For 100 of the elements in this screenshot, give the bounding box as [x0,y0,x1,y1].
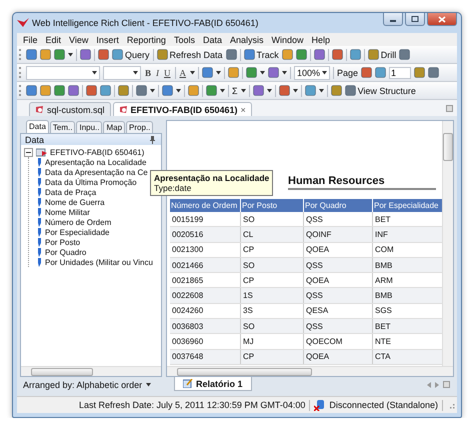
caret-icon[interactable] [282,70,288,74]
toolbar-icon[interactable] [100,85,111,96]
toolbar-button[interactable]: Query [112,49,150,60]
minimize-button[interactable] [383,13,403,26]
panel-tab[interactable]: Inpu.. [76,121,102,133]
toolbar-icon[interactable] [226,49,237,60]
tree-item[interactable]: Nome Militar [45,208,90,216]
toolbar-icon[interactable] [350,49,361,60]
caret-icon[interactable] [68,52,73,56]
caret-icon[interactable] [240,88,246,92]
toolbar-icon[interactable] [54,49,65,60]
caret-icon[interactable] [216,70,222,74]
toolbar-icon[interactable] [86,85,97,96]
toolbar-icon[interactable] [136,85,147,96]
document-tab[interactable]: sql-custom.sql [29,102,111,116]
collapse-icon[interactable] [24,148,33,156]
toolbar-icon[interactable] [162,85,173,96]
tree-item[interactable]: Data de Praça [45,188,96,196]
document-tab[interactable]: EFETIVO-FAB(ID 650461) × [112,102,252,116]
toolbar-icon[interactable] [368,49,379,60]
toolbar-icon[interactable] [296,49,307,60]
toolbar-icon[interactable] [282,49,293,60]
toolbar-icon[interactable] [202,67,214,78]
panel-tab[interactable]: Map [103,121,126,133]
toolbar-icon[interactable] [68,85,79,96]
toolbar-icon[interactable] [98,49,109,60]
caret-icon[interactable] [266,88,272,92]
tree-item[interactable]: Apresentação na Localidade [45,158,146,166]
toolbar-icon[interactable] [375,67,386,78]
caret-icon[interactable] [146,383,152,387]
toolbar-icon[interactable] [206,85,217,96]
horizontal-scrollbar[interactable] [21,366,161,376]
resize-grip-icon[interactable] [447,401,455,409]
panel-tab[interactable]: Prop.. [126,121,154,133]
toolbar-icon[interactable] [118,85,129,96]
toolbar-icon[interactable] [54,85,65,96]
horizontal-scrollbar[interactable] [167,366,453,376]
close-button[interactable] [427,13,457,26]
toolbar-icon[interactable] [304,85,316,96]
menu-item[interactable]: Data [198,34,226,44]
caret-icon[interactable] [292,88,298,92]
caret-icon[interactable] [133,70,138,74]
toolbar-icon[interactable] [246,67,258,78]
tree-item[interactable]: Data da Última Promoção [45,178,137,186]
toolbar-button[interactable]: Refresh Data [156,49,223,60]
caret-icon[interactable] [318,88,324,92]
column-header[interactable]: Por Posto [240,199,304,212]
caret-icon[interactable] [176,88,181,92]
tree-item[interactable]: EFETIVO-FAB(ID 650461) [50,148,144,156]
tab-list-icon[interactable] [446,104,453,112]
toolbar-icon[interactable] [156,49,168,60]
report-tab[interactable]: Relatório 1 [174,377,252,391]
format-button[interactable]: A [178,68,188,78]
bold-button[interactable]: B [144,68,152,78]
toolbar-icon[interactable] [80,49,91,60]
toolbar-icon[interactable] [330,85,342,96]
toolbar-icon[interactable] [361,67,372,78]
toolbar-icon[interactable] [268,67,280,78]
page-field[interactable]: 1 [389,66,412,78]
tree-item[interactable]: Por Especialidade [45,228,110,236]
caret-icon[interactable] [150,88,155,92]
tree-item[interactable]: Data da Apresentação na Ce [45,168,148,176]
toolbar-icon[interactable] [252,85,264,96]
italic-button[interactable]: I [155,68,160,78]
caret-icon[interactable] [92,70,97,74]
panel-tab[interactable]: Tem.. [50,121,76,133]
toolbar-icon[interactable] [40,49,51,60]
tree-item[interactable]: Número de Ordem [45,218,112,226]
sort-dropdown[interactable]: Arranged by: Alphabetic order [23,380,152,390]
column-header[interactable]: Por Especialidade [372,199,442,212]
vertical-scrollbar[interactable] [442,121,453,366]
toolbar-icon[interactable] [40,85,51,96]
toolbar-button[interactable]: Drill [368,49,396,60]
column-header[interactable]: Número de Ordem [170,199,240,212]
format-button[interactable]: U [163,68,172,78]
menu-item[interactable]: File [19,34,42,44]
toolbar-button[interactable]: Track [244,49,279,60]
tree-item[interactable]: Por Posto [45,238,80,246]
toolbar-icon[interactable] [26,85,37,96]
caret-icon[interactable] [190,70,196,74]
toolbar-icon[interactable] [344,85,356,96]
column-header[interactable]: Por Quadro [304,199,372,212]
menu-item[interactable]: Window [267,34,308,44]
caret-icon[interactable] [260,70,266,74]
caret-icon[interactable] [322,70,328,74]
toolbar-icon[interactable] [244,49,255,60]
menu-item[interactable]: Insert [92,34,123,44]
menu-item[interactable]: Tools [170,34,199,44]
menu-item[interactable]: Reporting [122,34,170,44]
pin-icon[interactable] [150,136,155,144]
tree-item[interactable]: Por Quadro [45,248,86,256]
zoom-dropdown[interactable]: 100% [294,66,330,80]
toolbar-icon[interactable] [399,49,410,60]
toolbar-icon[interactable] [188,85,199,96]
tree-item[interactable]: Por Unidades (Militar ou Vincu [45,258,153,266]
tree-item[interactable]: Nome de Guerra [45,198,105,206]
toolbar-icon[interactable] [332,49,343,60]
menu-item[interactable]: Help [308,34,334,44]
toolbar-icon[interactable] [314,49,325,60]
toolbar-icon[interactable] [414,67,426,78]
